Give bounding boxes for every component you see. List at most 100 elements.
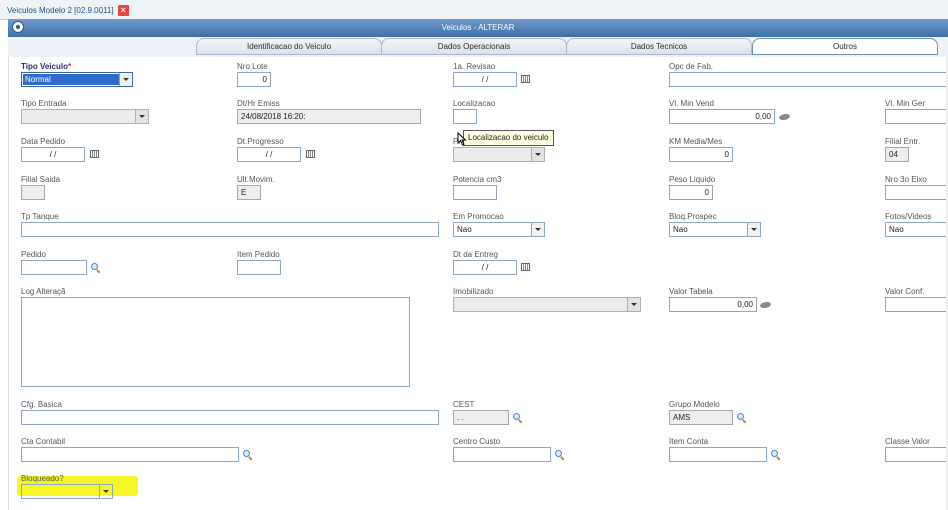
dt-progresso-label: Dt.Progresso xyxy=(237,137,284,146)
tab-identificacao[interactable]: Identificacao do Veiculo xyxy=(196,38,382,55)
revisao-label: 1a. Revisao xyxy=(453,62,496,71)
bloq-prospec-select[interactable]: Nao xyxy=(669,222,761,237)
valor-conf-label: Valor Conf. xyxy=(885,287,925,296)
dt-hr-emiss-label: Dt/Hr Emiss xyxy=(237,99,280,108)
chevron-down-icon[interactable] xyxy=(627,298,640,311)
opc-fab-label: Opc de Fab. xyxy=(669,62,714,71)
revisao-date-input[interactable]: / / xyxy=(453,72,517,87)
vl-min-ger-input[interactable] xyxy=(885,109,948,124)
bloqueado-select[interactable] xyxy=(21,484,113,499)
dt-progresso-input[interactable]: / / xyxy=(237,147,301,162)
cest-label: CEST xyxy=(453,400,475,409)
em-promocao-label: Em Promocao xyxy=(453,212,504,221)
potencia-label: Potencia cm3 xyxy=(453,175,502,184)
peso-liquido-input[interactable]: 0 xyxy=(669,185,713,200)
filial-entr-field: 04 xyxy=(885,147,909,162)
chevron-down-icon[interactable] xyxy=(747,223,760,236)
tipo-veiculo-label: Tipo Veiculo* xyxy=(21,62,72,71)
bloq-prospec-label: Bloq.Prospec xyxy=(669,212,717,221)
filial-saida-label: Filial Saida xyxy=(21,175,61,184)
localizacao-tooltip: Localizacao do veiculo xyxy=(463,130,554,146)
item-conta-input[interactable] xyxy=(669,447,767,462)
item-pedido-label: Item Pedido xyxy=(237,250,280,259)
imobilizado-label: Imobilizado xyxy=(453,287,494,296)
search-icon[interactable] xyxy=(555,450,565,460)
localizacao-input[interactable] xyxy=(453,109,477,124)
vl-min-ger-label: Vl. Min Ger xyxy=(885,99,926,108)
centro-custo-input[interactable] xyxy=(453,447,551,462)
calendar-icon[interactable] xyxy=(306,150,315,158)
chevron-down-icon[interactable] xyxy=(99,485,112,498)
cta-contabil-input[interactable] xyxy=(21,447,239,462)
grupo-modelo-field: AMS xyxy=(669,410,733,425)
tab-dados-tecnicos[interactable]: Dados Tecnicos xyxy=(566,38,752,55)
chevron-down-icon[interactable] xyxy=(531,148,544,161)
valor-tabela-label: Valor Tabela xyxy=(669,287,713,296)
tipo-entrada-label: Tipo Entrada xyxy=(21,99,67,108)
window-tab-strip: Veiculos Modelo 2 [02.9.0011] × xyxy=(0,0,948,20)
document-tab[interactable]: Veiculos Modelo 2 [02.9.0011] × xyxy=(7,4,129,17)
folder-tabs: Identificacao do Veiculo Dados Operacion… xyxy=(8,37,948,58)
fotos-videos-select[interactable]: Nao xyxy=(885,222,948,237)
tab-dados-operacionais[interactable]: Dados Operacionais xyxy=(381,38,567,55)
vl-min-vend-label: Vl. Min Vend xyxy=(669,99,714,108)
centro-custo-label: Centro Custo xyxy=(453,437,501,446)
localizacao-label: Localizacao xyxy=(453,99,496,108)
cest-field: . . xyxy=(453,410,509,425)
dialog-title: Veiculos - ALTERAR xyxy=(441,23,515,32)
tipo-veiculo-select[interactable]: Normal xyxy=(21,72,133,87)
pl-select[interactable] xyxy=(453,147,545,162)
data-pedido-input[interactable]: / / xyxy=(21,147,85,162)
classe-valor-input[interactable] xyxy=(885,447,948,462)
document-tab-title[interactable]: Veiculos Modelo 2 [02.9.0011] xyxy=(7,6,114,15)
classe-valor-label: Classe Valor xyxy=(885,437,930,446)
dt-entreg-label: Dt da Entreg xyxy=(453,250,498,259)
search-icon[interactable] xyxy=(737,413,747,423)
dt-entreg-input[interactable]: / / xyxy=(453,260,517,275)
item-pedido-input[interactable] xyxy=(237,260,281,275)
close-tab-icon[interactable]: × xyxy=(117,5,129,16)
vl-min-vend-input[interactable]: 0,00 xyxy=(669,109,775,124)
valor-tabela-input[interactable]: 0,00 xyxy=(669,297,757,312)
chevron-down-icon[interactable] xyxy=(531,223,544,236)
imobilizado-select[interactable] xyxy=(453,297,641,312)
potencia-input[interactable] xyxy=(453,185,497,200)
calculator-icon[interactable] xyxy=(779,113,791,120)
nro-lote-input[interactable]: 0 xyxy=(237,72,271,87)
opc-fab-input[interactable] xyxy=(669,72,948,87)
dt-hr-emiss-field: 24/08/2018 16:20: xyxy=(237,109,421,124)
nro-3o-eixo-input[interactable] xyxy=(885,185,948,200)
calendar-icon[interactable] xyxy=(521,263,530,271)
em-promocao-select[interactable]: Nao xyxy=(453,222,545,237)
tipo-entrada-select[interactable] xyxy=(21,109,149,124)
calendar-icon[interactable] xyxy=(521,75,530,83)
filial-saida-field xyxy=(21,185,45,200)
nro-lote-label: Nro Lote xyxy=(237,62,268,71)
calendar-icon[interactable] xyxy=(90,150,99,158)
tab-outros[interactable]: Outros xyxy=(752,38,938,55)
em-promocao-value: Nao xyxy=(457,225,472,234)
fotos-videos-value: Nao xyxy=(889,225,904,234)
search-icon[interactable] xyxy=(513,413,523,423)
pedido-input[interactable] xyxy=(21,260,87,275)
peso-liquido-label: Peso Liquido xyxy=(669,175,716,184)
tp-tanque-input[interactable] xyxy=(21,222,439,237)
chevron-down-icon[interactable] xyxy=(135,110,148,123)
ult-movim-field: E xyxy=(237,185,261,200)
data-pedido-label: Data Pedido xyxy=(21,137,66,146)
search-icon[interactable] xyxy=(243,450,253,460)
search-icon[interactable] xyxy=(91,263,101,273)
cta-contabil-label: Cta Contabil xyxy=(21,437,66,446)
cfg-basica-label: Cfg. Basica xyxy=(21,400,62,409)
km-media-input[interactable]: 0 xyxy=(669,147,733,162)
filial-entr-label: Filial Entr. xyxy=(885,137,921,146)
calculator-icon[interactable] xyxy=(760,301,772,308)
dialog-title-bar: Veiculos - ALTERAR xyxy=(8,19,948,37)
log-alteracao-memo[interactable] xyxy=(21,297,410,387)
search-icon[interactable] xyxy=(771,450,781,460)
valor-conf-input[interactable] xyxy=(885,297,948,312)
cfg-basica-input[interactable] xyxy=(21,410,439,425)
km-media-label: KM Media/Mes xyxy=(669,137,723,146)
chevron-down-icon[interactable] xyxy=(119,73,132,86)
pedido-label: Pedido xyxy=(21,250,46,259)
